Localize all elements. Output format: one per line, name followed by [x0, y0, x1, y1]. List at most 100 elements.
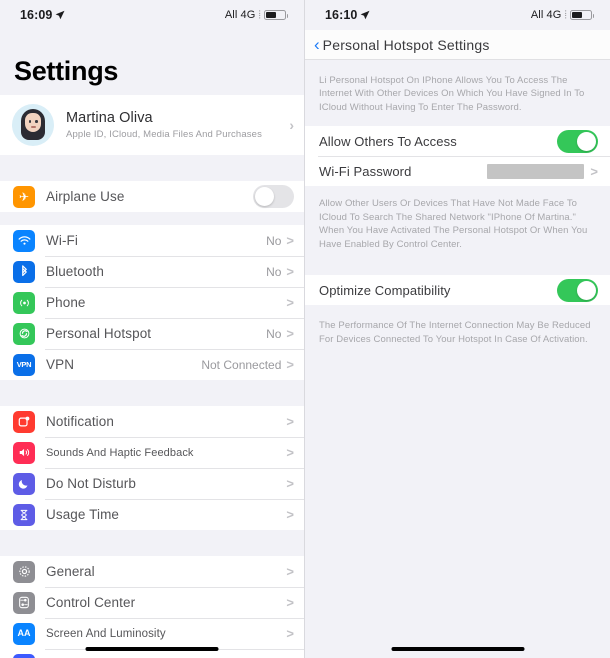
chevron-right-icon: >: [286, 476, 294, 491]
optimize-compatibility-group: Optimize Compatibility: [305, 275, 610, 306]
wifi-icon: [13, 229, 35, 252]
row-label: Screen And Luminosity: [46, 627, 166, 640]
sidebar-item-sounds-haptic-feedback[interactable]: Sounds And Haptic Feedback >: [0, 437, 304, 468]
profile-name: Martina Oliva: [66, 110, 153, 126]
row-label: Bluetooth: [46, 264, 104, 279]
chevron-right-icon: >: [286, 357, 294, 372]
profile-row[interactable]: Martina Oliva Apple ID, ICloud, Media Fi…: [0, 95, 304, 155]
row-label: Airplane Use: [46, 189, 125, 204]
row-label: Phone: [46, 295, 86, 310]
airplane-toggle[interactable]: [253, 185, 294, 208]
chevron-right-icon: >: [286, 326, 294, 341]
general-group: General > Control Center > AA Screen And…: [0, 556, 304, 658]
settings-screen: 16:09 All 4G ⦙ Settings Martina Oliva Ap…: [0, 0, 305, 658]
sidebar-item-wifi[interactable]: Wi-Fi No >: [0, 225, 304, 256]
row-label: General: [46, 564, 95, 579]
memoji-avatar: [12, 104, 54, 146]
status-right: All 4G ⦙: [224, 9, 288, 22]
carrier-label: All 4G: [530, 9, 562, 21]
battery-icon: [570, 10, 594, 20]
row-label: Sounds And Haptic Feedback: [46, 446, 194, 459]
wifi-password-redacted-value[interactable]: [487, 163, 585, 179]
row-label: VPN: [46, 357, 75, 372]
row-label: Usage Time: [46, 507, 120, 522]
sidebar-item-airplane-use[interactable]: ✈ Airplane Use: [0, 181, 304, 212]
notifications-group: Notification > Sounds And Haptic Feedbac…: [0, 406, 304, 530]
sidebar-item-control-center[interactable]: Control Center >: [0, 587, 304, 618]
notification-icon: [13, 410, 35, 433]
row-label: Do Not Disturb: [46, 476, 136, 491]
bluetooth-icon: [13, 260, 35, 283]
home-screen-icon: [13, 653, 35, 658]
location-arrow-icon: [55, 10, 65, 20]
chevron-right-icon: ›: [289, 117, 294, 133]
moon-icon: [13, 472, 35, 495]
sidebar-item-do-not-disturb[interactable]: Do Not Disturb >: [0, 468, 304, 499]
personal-hotspot-screen: 16:10 All 4G ⦙ ‹ Personal Hotspot Settin…: [305, 0, 610, 658]
page-title: Settings: [14, 56, 119, 86]
control-center-icon: [13, 591, 35, 614]
status-right: All 4G ⦙: [530, 8, 594, 22]
optimize-compatibility-toggle[interactable]: [557, 278, 598, 302]
home-indicator-right: [391, 646, 524, 651]
chevron-right-icon: >: [590, 163, 598, 179]
row-label: Notification: [46, 414, 114, 429]
sidebar-item-screen-luminosity[interactable]: AA Screen And Luminosity >: [0, 618, 304, 649]
chevron-right-icon: >: [286, 595, 294, 610]
optimize-compatibility-row[interactable]: Optimize Compatibility: [305, 275, 610, 306]
chevron-right-icon: >: [286, 264, 294, 279]
connectivity-group-1: ✈ Airplane Use: [0, 181, 304, 212]
row-value: Not Connected: [201, 357, 282, 372]
status-left: 16:09: [20, 8, 65, 22]
hourglass-icon: [13, 503, 35, 526]
hotspot-access-group: Allow Others To Access Wi-Fi Password >: [305, 126, 610, 187]
home-indicator-left: [85, 646, 219, 651]
status-left: 16:10: [325, 8, 370, 22]
chevron-right-icon: >: [286, 414, 294, 429]
sidebar-item-personal-hotspot[interactable]: Personal Hotspot No >: [0, 318, 304, 349]
allow-others-toggle[interactable]: [557, 129, 598, 153]
gear-icon: [13, 560, 35, 583]
sidebar-item-phone[interactable]: Phone >: [0, 287, 304, 318]
sidebar-item-vpn[interactable]: VPN VPN Not Connected >: [0, 349, 304, 380]
hotspot-description-bottom: The Performance Of The Internet Connecti…: [319, 320, 591, 345]
airplane-icon: ✈: [13, 185, 35, 208]
status-bar-right: 16:10 All 4G ⦙: [305, 0, 610, 30]
chevron-right-icon: >: [286, 507, 294, 522]
row-value: No: [266, 264, 282, 279]
location-arrow-icon: [360, 10, 370, 20]
dual-screenshot: 16:09 All 4G ⦙ Settings Martina Oliva Ap…: [0, 0, 610, 658]
row-label: Optimize Compatibility: [319, 282, 451, 298]
profile-subtitle: Apple ID, ICloud, Media Files And Purcha…: [66, 129, 263, 140]
carrier-label: All 4G: [224, 9, 256, 21]
row-value: No: [266, 326, 282, 341]
sidebar-item-usage-time[interactable]: Usage Time >: [0, 499, 304, 530]
section-gap: [0, 530, 304, 556]
allow-others-row[interactable]: Allow Others To Access: [305, 126, 610, 157]
wifi-password-row[interactable]: Wi-Fi Password >: [305, 156, 610, 187]
row-label: Personal Hotspot: [46, 326, 152, 341]
sidebar-item-bluetooth[interactable]: Bluetooth No >: [0, 256, 304, 287]
back-chevron-icon[interactable]: ‹: [314, 36, 320, 53]
connectivity-group-2: Wi-Fi No > Bluetooth No > Phone > Person…: [0, 225, 304, 380]
row-value: No: [266, 233, 282, 248]
status-time: 16:10: [325, 8, 358, 22]
chevron-right-icon: >: [286, 233, 294, 248]
section-gap: [0, 155, 304, 181]
sidebar-item-general[interactable]: General >: [0, 556, 304, 587]
cellular-icon: [13, 291, 35, 314]
profile-group: Martina Oliva Apple ID, ICloud, Media Fi…: [0, 95, 304, 155]
section-gap: [0, 212, 304, 225]
sidebar-item-notification[interactable]: Notification >: [0, 406, 304, 437]
display-icon: AA: [13, 622, 35, 645]
chevron-right-icon: >: [286, 564, 294, 579]
battery-icon: [264, 10, 288, 20]
chevron-right-icon: >: [286, 295, 294, 310]
hotspot-description-top: Li Personal Hotspot On IPhone Allows You…: [319, 75, 585, 113]
signal-dots-icon: ⦙: [564, 8, 567, 21]
navigation-bar: ‹ Personal Hotspot Settings: [305, 30, 610, 60]
status-time: 16:09: [20, 8, 53, 22]
hotspot-description-middle: Allow Other Users Or Devices That Have N…: [319, 198, 588, 250]
nav-title: Personal Hotspot Settings: [322, 36, 490, 53]
hotspot-icon: [13, 322, 35, 345]
